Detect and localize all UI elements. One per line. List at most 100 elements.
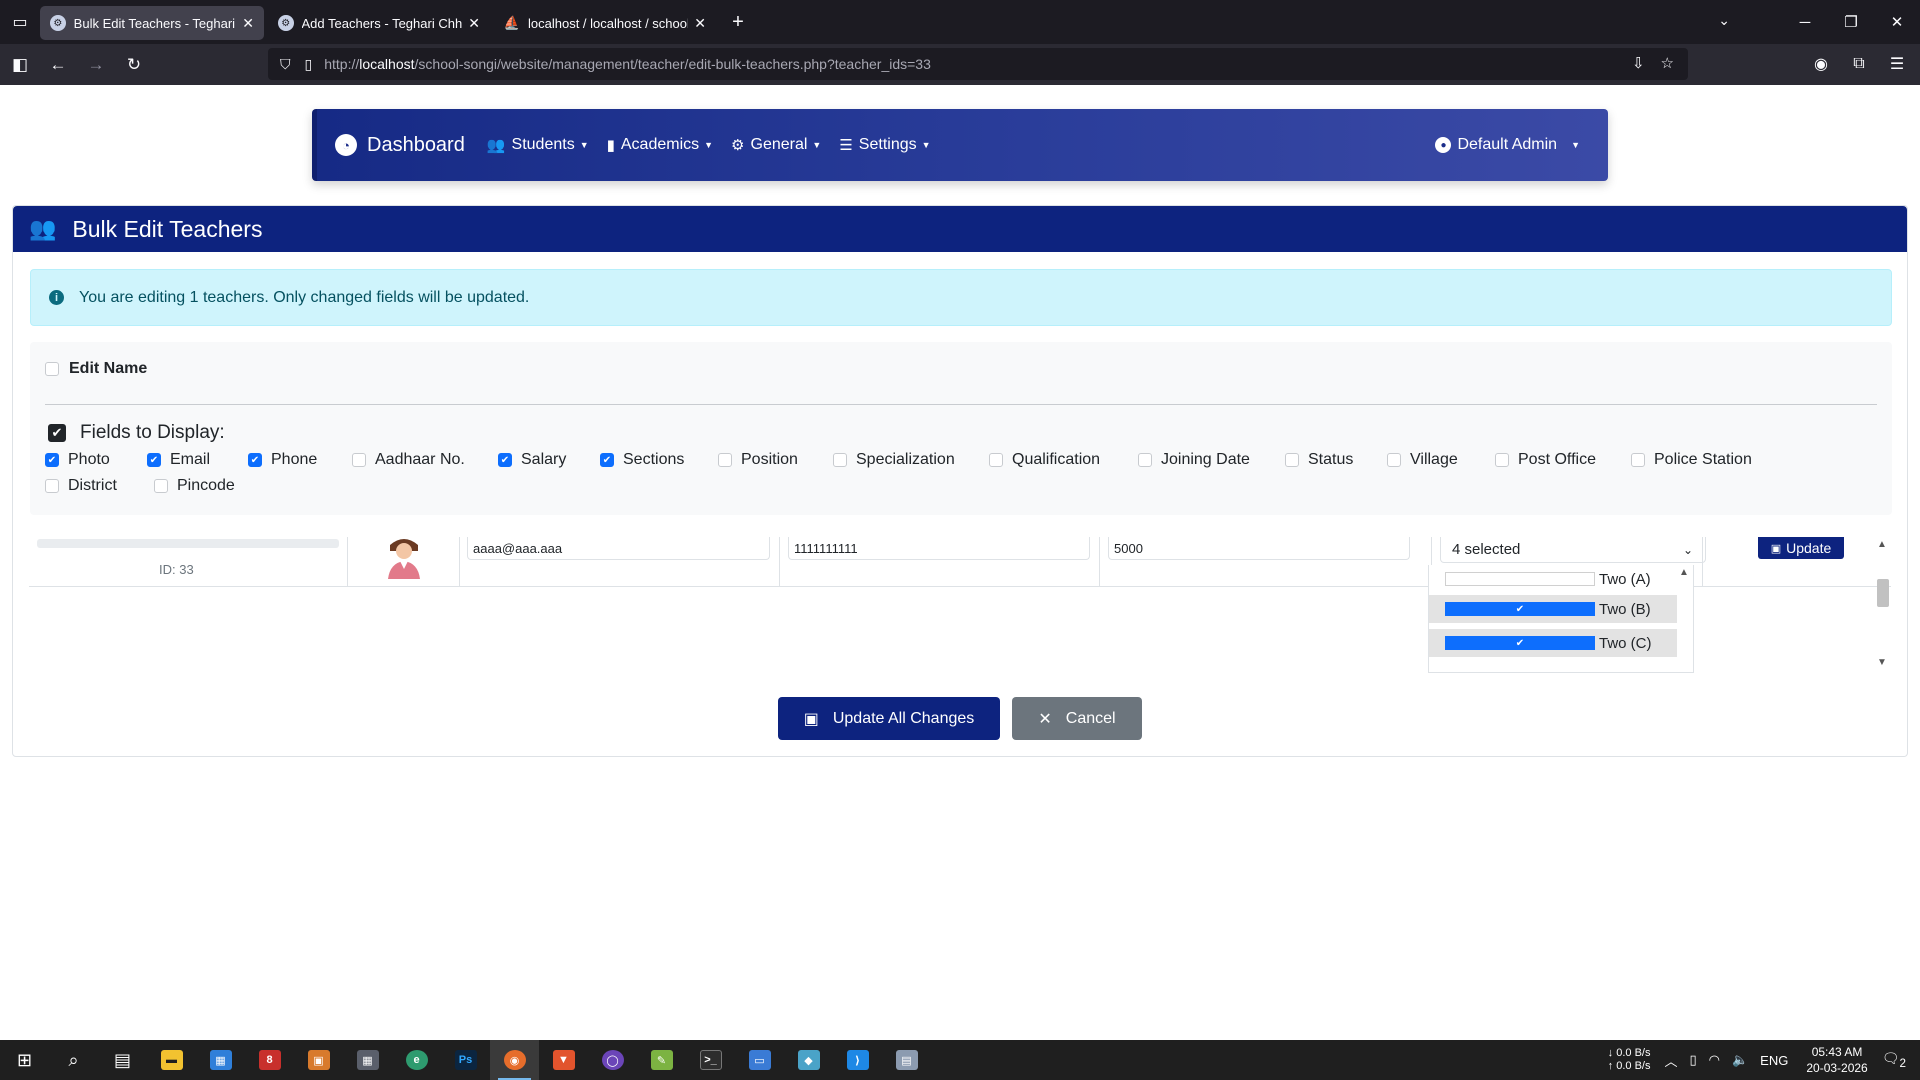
sections-multiselect[interactable]: 4 selected ⌄ (1440, 537, 1706, 563)
wifi-icon[interactable]: ◠ (1709, 1052, 1720, 1068)
teacher-photo[interactable] (380, 537, 428, 579)
reload-icon[interactable]: ↻ (116, 49, 152, 81)
vscode-icon[interactable]: ⟩ (833, 1040, 882, 1080)
menu-settings[interactable]: ☰ Settings ▼ (839, 136, 930, 154)
firefox-icon[interactable]: ◉ (490, 1040, 539, 1080)
field-district[interactable]: District (45, 477, 154, 495)
table-scrollbar[interactable]: ▲ ▼ (1874, 537, 1891, 677)
account-icon[interactable]: ◉ (1806, 48, 1836, 80)
restore-icon[interactable]: ❐ (1828, 13, 1874, 31)
field-checkbox[interactable] (1387, 453, 1401, 467)
field-aadhaar[interactable]: Aadhaar No. (352, 451, 498, 469)
scroll-up-icon[interactable]: ▲ (1877, 539, 1887, 550)
app-gray-icon[interactable]: ▤ (882, 1040, 931, 1080)
bookmark-star-icon[interactable]: ☆ (1661, 54, 1674, 72)
fields-to-display-toggle[interactable]: ✔ Fields to Display: (48, 422, 225, 444)
field-checkbox[interactable]: ✔ (498, 453, 512, 467)
shield-icon[interactable]: ⛉ (280, 56, 291, 73)
search-icon[interactable]: ⌕ (49, 1040, 98, 1080)
store-icon[interactable]: ▦ (196, 1040, 245, 1080)
field-checkbox[interactable]: ✔ (45, 453, 59, 467)
dashboard-link[interactable]: ◔ Dashboard (335, 134, 465, 157)
sidebar-toggle-icon[interactable]: ◧ (2, 49, 38, 81)
section-option-two-a[interactable]: Two (A) (1429, 565, 1677, 593)
address-bar[interactable]: ⛉ ▯ http://localhost/school-songi/websit… (268, 48, 1688, 80)
back-icon[interactable]: ← (40, 49, 76, 81)
field-position[interactable]: Position (718, 451, 833, 469)
option-checkbox[interactable]: ✔ (1445, 602, 1595, 616)
field-checkbox[interactable] (352, 453, 366, 467)
scroll-down-icon[interactable]: ▼ (1877, 657, 1887, 668)
menu-icon[interactable]: ☰ (1882, 48, 1912, 80)
user-menu[interactable]: ● Default Admin ▼ (1435, 136, 1580, 154)
task-view-icon[interactable]: ▤ (98, 1040, 147, 1080)
field-phone[interactable]: ✔ Phone (248, 451, 352, 469)
terminal-icon[interactable]: >_ (686, 1040, 735, 1080)
section-option-two-b[interactable]: ✔ Two (B) (1429, 595, 1677, 623)
app-orange-icon[interactable]: ▣ (294, 1040, 343, 1080)
field-checkbox[interactable]: ✔ (248, 453, 262, 467)
name-field[interactable] (37, 539, 339, 548)
field-village[interactable]: Village (1387, 451, 1495, 469)
field-post-office[interactable]: Post Office (1495, 451, 1631, 469)
chevron-up-icon[interactable]: ︿ (1664, 1051, 1677, 1070)
email-input[interactable]: aaaa@aaa.aaa (467, 537, 770, 560)
field-checkbox[interactable] (1631, 453, 1645, 467)
brave-icon[interactable]: ▼ (539, 1040, 588, 1080)
clock[interactable]: 05:43 AM 20-03-2026 (1806, 1044, 1867, 1076)
menu-students[interactable]: 👥 Students ▼ (487, 136, 589, 154)
save-page-icon[interactable]: ⇩ (1632, 54, 1645, 72)
menu-academics[interactable]: ▮ Academics ▼ (607, 136, 713, 154)
field-status[interactable]: Status (1285, 451, 1387, 469)
field-checkbox[interactable]: ✔ (147, 453, 161, 467)
phone-input[interactable]: 1111111111 (788, 537, 1090, 560)
close-window-icon[interactable]: ✕ (1874, 13, 1920, 31)
field-checkbox[interactable] (45, 479, 59, 493)
field-checkbox[interactable]: ✔ (600, 453, 614, 467)
app-red-icon[interactable]: 8 (245, 1040, 294, 1080)
row-update-button[interactable]: ▣ Update (1758, 537, 1844, 559)
field-qualification[interactable]: Qualification (989, 451, 1138, 469)
dropdown-scrollbar[interactable]: ▲ (1676, 565, 1693, 672)
option-checkbox[interactable]: ✔ (1445, 636, 1595, 650)
field-checkbox[interactable] (154, 479, 168, 493)
list-all-tabs-icon[interactable]: ⌄ (1718, 12, 1730, 29)
field-joining-date[interactable]: Joining Date (1138, 451, 1285, 469)
volume-icon[interactable]: 🔈 (1732, 1052, 1748, 1068)
edge-icon[interactable]: e (392, 1040, 441, 1080)
close-tab-icon[interactable]: ✕ (694, 15, 706, 32)
extensions-icon[interactable]: ⧉ (1844, 48, 1874, 80)
minimize-icon[interactable]: ─ (1782, 14, 1828, 31)
notepad-plus-icon[interactable]: ✎ (637, 1040, 686, 1080)
field-pincode[interactable]: Pincode (154, 477, 264, 495)
new-tab-icon[interactable]: + (720, 5, 756, 39)
device-icon[interactable]: ▯ (1689, 1052, 1696, 1068)
cancel-button[interactable]: ✕ Cancel (1012, 697, 1142, 740)
calculator-icon[interactable]: ▦ (343, 1040, 392, 1080)
field-checkbox[interactable] (833, 453, 847, 467)
scroll-thumb[interactable] (1877, 579, 1889, 607)
update-all-button[interactable]: ▣ Update All Changes (778, 697, 1000, 740)
close-tab-icon[interactable]: ✕ (468, 15, 480, 32)
browser-tab-add-teachers[interactable]: ⚙ Add Teachers - Teghari Chhaya ✕ (268, 6, 490, 40)
notification-icon[interactable]: 🗨2 (1882, 1050, 1906, 1070)
section-option-two-c[interactable]: ✔ Two (C) (1429, 629, 1677, 657)
field-checkbox[interactable] (718, 453, 732, 467)
field-checkbox[interactable] (1495, 453, 1509, 467)
app-teal-icon[interactable]: ◆ (784, 1040, 833, 1080)
field-checkbox[interactable] (1138, 453, 1152, 467)
field-photo[interactable]: ✔ Photo (45, 451, 147, 469)
file-explorer-icon[interactable]: ▬ (147, 1040, 196, 1080)
remote-desktop-icon[interactable]: ▭ (735, 1040, 784, 1080)
select-all-fields-checkbox[interactable]: ✔ (48, 424, 66, 442)
menu-general[interactable]: ⚙ General ▼ (731, 136, 821, 154)
edit-name-toggle[interactable]: Edit Name (45, 360, 147, 378)
field-police-station[interactable]: Police Station (1631, 451, 1761, 469)
field-checkbox[interactable] (1285, 453, 1299, 467)
photoshop-icon[interactable]: Ps (441, 1040, 490, 1080)
language-indicator[interactable]: ENG (1760, 1053, 1788, 1068)
close-tab-icon[interactable]: ✕ (242, 15, 254, 32)
forward-icon[interactable]: → (78, 49, 114, 81)
scroll-up-icon[interactable]: ▲ (1679, 567, 1689, 578)
field-checkbox[interactable] (989, 453, 1003, 467)
